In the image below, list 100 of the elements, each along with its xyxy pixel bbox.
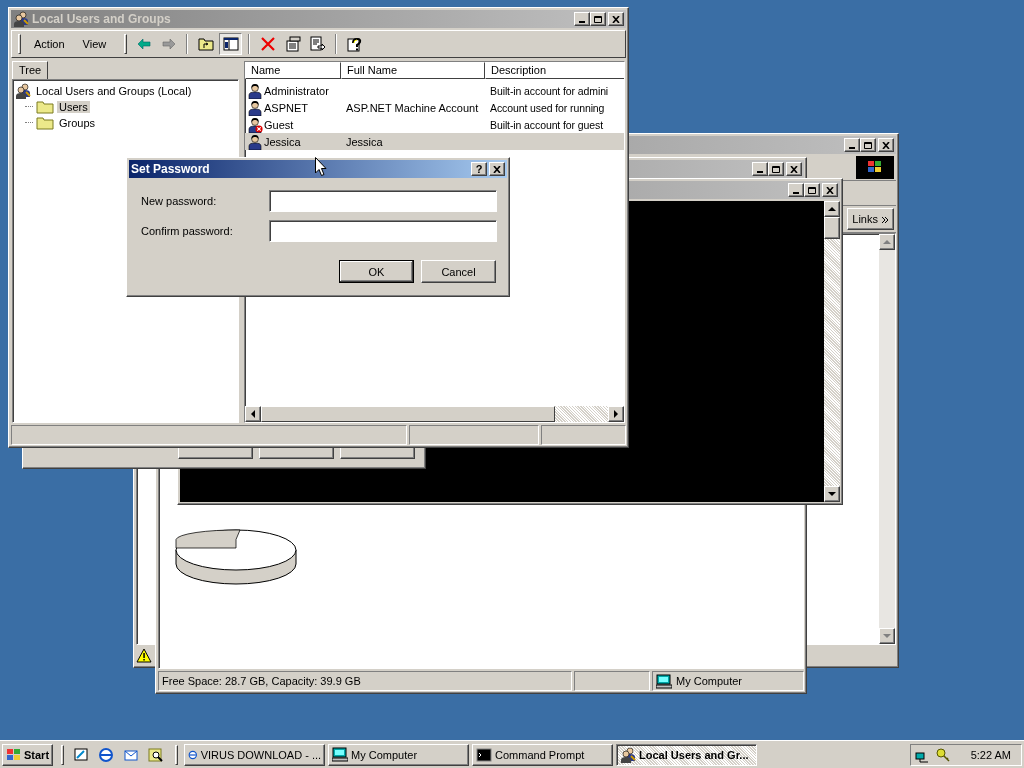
menu-item[interactable]: View bbox=[74, 36, 115, 52]
arrow-icon bbox=[251, 410, 255, 418]
scroll-button[interactable] bbox=[879, 628, 895, 644]
taskbar-button[interactable]: My Computer bbox=[328, 743, 470, 766]
ok-button[interactable]: OK bbox=[339, 260, 414, 283]
panes-icon bbox=[222, 36, 239, 52]
status-text: Free Space: 28.7 GB, Capacity: 39.9 GB bbox=[158, 671, 572, 691]
windows-logo bbox=[6, 747, 22, 762]
show-tree-button[interactable] bbox=[219, 33, 243, 55]
arrow-icon bbox=[883, 634, 891, 638]
field-label: New password: bbox=[141, 195, 218, 207]
table-cell: ASP.NET Machine Account bbox=[346, 101, 479, 114]
close-icon bbox=[826, 186, 834, 194]
tree-item[interactable]: Local Users and Groups (Local) bbox=[34, 85, 194, 97]
minimize-button[interactable] bbox=[752, 162, 768, 176]
arrow-icon bbox=[828, 207, 836, 211]
scroll-button[interactable] bbox=[824, 201, 840, 217]
arrow-icon bbox=[828, 492, 836, 496]
maximize-icon bbox=[594, 15, 602, 23]
table-cell: Account used for running bbox=[490, 101, 605, 114]
scroll-button[interactable] bbox=[824, 486, 840, 502]
maximize-icon bbox=[808, 186, 816, 194]
browser-icon bbox=[98, 746, 115, 763]
close-button[interactable] bbox=[489, 162, 505, 176]
table-cell: ASPNET bbox=[264, 101, 308, 114]
user-row[interactable]: Administrator Built-in account for admini bbox=[245, 82, 624, 99]
table-cell: Guest bbox=[264, 118, 294, 131]
taskbar-button[interactable]: Local Users and Gr... bbox=[616, 743, 758, 766]
up-folder-icon bbox=[197, 36, 214, 52]
close-icon bbox=[790, 165, 798, 173]
scrollbar[interactable] bbox=[245, 406, 624, 422]
console-icon bbox=[476, 746, 493, 763]
table-cell: Jessica bbox=[346, 135, 383, 148]
clock: 5:22 AM bbox=[970, 748, 1012, 761]
scroll-button[interactable] bbox=[879, 234, 895, 250]
close-button[interactable] bbox=[878, 138, 894, 152]
user-row[interactable]: Jessica Jessica bbox=[245, 133, 624, 150]
cancel-button[interactable]: Cancel bbox=[421, 260, 496, 283]
folder-icon bbox=[36, 116, 54, 130]
arrow-icon bbox=[883, 240, 891, 244]
close-icon bbox=[493, 165, 501, 173]
computer-icon bbox=[332, 747, 349, 762]
close-icon bbox=[882, 141, 890, 149]
tree-item[interactable]: Users bbox=[57, 101, 90, 113]
delete-icon bbox=[259, 36, 276, 52]
column-header[interactable]: Name bbox=[245, 62, 341, 79]
password-field[interactable] bbox=[268, 220, 497, 242]
table-cell: Built-in account for guest bbox=[490, 118, 603, 131]
field-label: Confirm password: bbox=[141, 225, 234, 237]
desktop-icon bbox=[73, 746, 90, 763]
maximize-button[interactable] bbox=[804, 183, 820, 197]
taskbar-button[interactable]: Command Prompt bbox=[472, 743, 614, 766]
links-button[interactable]: Links bbox=[847, 208, 894, 230]
taskbar-button[interactable]: VIRUS DOWNLOAD - ... bbox=[184, 743, 326, 766]
close-button[interactable] bbox=[786, 162, 802, 176]
arrow-icon bbox=[614, 410, 618, 418]
export-icon bbox=[309, 36, 326, 52]
close-button[interactable] bbox=[822, 183, 838, 197]
properties-icon bbox=[284, 36, 301, 52]
help-icon bbox=[346, 36, 363, 52]
users-icon bbox=[620, 746, 637, 763]
maximize-button[interactable] bbox=[860, 138, 876, 152]
close-button[interactable] bbox=[608, 12, 624, 26]
password-field[interactable] bbox=[268, 190, 497, 212]
column-header[interactable]: Full Name bbox=[341, 62, 485, 79]
menu-item[interactable]: Action bbox=[26, 36, 73, 52]
maximize-button[interactable] bbox=[768, 162, 784, 176]
scrollbar[interactable] bbox=[824, 201, 840, 502]
back-icon bbox=[135, 36, 152, 52]
forward-icon bbox=[160, 36, 177, 52]
table-cell: Built-in account for admini bbox=[490, 84, 609, 97]
folder-icon bbox=[36, 100, 54, 114]
scroll-button[interactable] bbox=[608, 406, 624, 422]
maximize-button[interactable] bbox=[590, 12, 606, 26]
column-header[interactable]: Description bbox=[485, 62, 624, 79]
users-icon bbox=[13, 11, 29, 27]
start-button[interactable]: Start bbox=[2, 743, 54, 766]
status-location: My Computer bbox=[652, 671, 804, 691]
scroll-thumb[interactable] bbox=[261, 406, 555, 422]
computer-icon bbox=[656, 673, 672, 689]
search-icon bbox=[148, 746, 165, 763]
close-icon bbox=[612, 15, 620, 23]
minimize-button[interactable] bbox=[788, 183, 804, 197]
minimize-button[interactable] bbox=[574, 12, 590, 26]
tree-item[interactable]: Groups bbox=[57, 117, 98, 129]
maximize-icon bbox=[772, 165, 780, 173]
scroll-button[interactable] bbox=[824, 217, 840, 239]
dialog-title: Set Password bbox=[131, 162, 210, 176]
user-row[interactable]: ASPNET ASP.NET Machine Account Account used for running bbox=[245, 99, 624, 116]
scroll-button[interactable] bbox=[245, 406, 261, 422]
warning-icon bbox=[136, 647, 152, 663]
table-cell: Administrator bbox=[264, 84, 329, 97]
scrollbar[interactable] bbox=[879, 234, 895, 644]
maximize-icon bbox=[864, 141, 872, 149]
help-button[interactable]: ? bbox=[471, 162, 487, 176]
users-icon bbox=[15, 83, 31, 99]
minimize-button[interactable] bbox=[844, 138, 860, 152]
table-cell: Jessica bbox=[264, 135, 301, 148]
window-title: Local Users and Groups bbox=[32, 12, 171, 26]
windows-logo bbox=[856, 155, 894, 179]
